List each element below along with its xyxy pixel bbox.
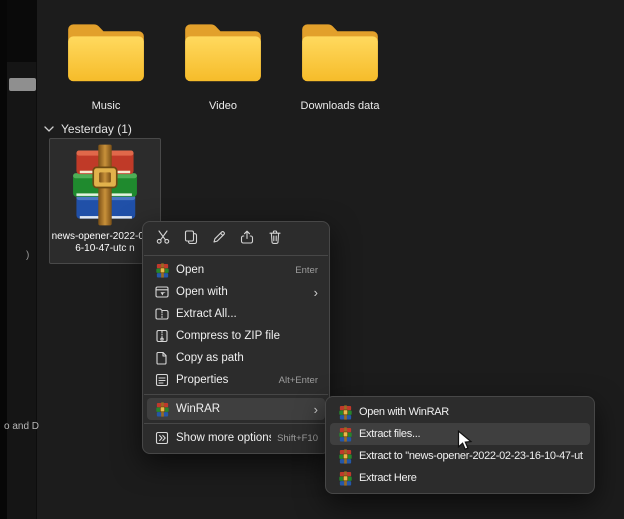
menu-item-extract-here[interactable]: Extract Here	[330, 467, 590, 489]
delete-button[interactable]	[263, 227, 287, 251]
rename-icon	[211, 229, 227, 250]
menu-item-open[interactable]: Open Enter	[147, 259, 325, 281]
menu-separator	[144, 423, 328, 424]
menu-item-label: Extract to "news-opener-2022-02-23-16-10…	[359, 450, 583, 462]
shortcut-label: Enter	[295, 265, 318, 276]
extract-icon	[154, 306, 170, 322]
context-menu-items: Open Enter Open with › Extract All... Compres…	[143, 259, 329, 449]
more-icon	[154, 430, 170, 446]
share-button[interactable]	[235, 227, 259, 251]
copy-icon	[183, 229, 199, 250]
menu-item-compress-to-zip-file[interactable]: Compress to ZIP file	[147, 325, 325, 347]
winrar-submenu: Open with WinRAR Extract files... Extract …	[325, 396, 595, 494]
winrar-icon	[337, 404, 353, 420]
menu-item-label: Open	[176, 264, 289, 276]
menu-item-winrar[interactable]: WinRAR ›	[147, 398, 325, 420]
chevron-down-icon[interactable]	[44, 126, 54, 132]
shortcut-label: Alt+Enter	[279, 375, 318, 386]
folder-tile-downloads-data[interactable]: Downloads data	[284, 14, 396, 112]
menu-item-label: Extract Here	[359, 472, 583, 484]
navigation-pane-edge: ) o and D	[0, 0, 37, 519]
submenu-items: Open with WinRAR Extract files... Extract …	[326, 401, 594, 489]
menu-item-label: Show more options	[176, 432, 271, 444]
cut-button[interactable]	[151, 227, 175, 251]
menu-item-label: Properties	[176, 374, 273, 386]
delete-icon	[267, 229, 283, 250]
folder-label: Video	[167, 100, 279, 112]
quick-actions-row	[143, 226, 329, 252]
cut-icon	[155, 229, 171, 250]
folder-icon	[50, 14, 162, 88]
winrar-icon	[154, 262, 170, 278]
menu-item-extract-files[interactable]: Extract files...	[330, 423, 590, 445]
winrar-icon	[337, 448, 353, 464]
menu-item-open-with-winrar[interactable]: Open with WinRAR	[330, 401, 590, 423]
menu-item-label: Copy as path	[176, 352, 318, 364]
nav-text-fragment: )	[26, 250, 29, 261]
folder-label: Music	[50, 100, 162, 112]
properties-icon	[154, 372, 170, 388]
group-header: Yesterday (1)	[44, 122, 132, 136]
shortcut-label: Shift+F10	[277, 433, 318, 444]
folder-icon	[284, 14, 396, 88]
menu-separator	[144, 255, 328, 256]
menu-item-show-more-options[interactable]: Show more options Shift+F10	[147, 427, 325, 449]
folder-label: Downloads data	[284, 100, 396, 112]
copy-button[interactable]	[179, 227, 203, 251]
submenu-chevron-icon: ›	[314, 286, 318, 299]
group-label: Yesterday (1)	[61, 122, 132, 136]
menu-item-extract-all[interactable]: Extract All...	[147, 303, 325, 325]
winrar-icon	[337, 470, 353, 486]
winrar-icon	[154, 401, 170, 417]
menu-item-label: Open with WinRAR	[359, 406, 583, 418]
file-explorer-window: ) o and D Music Video Downloads data Yeste…	[0, 0, 624, 519]
context-menu: Open Enter Open with › Extract All... Compres…	[142, 221, 330, 454]
menu-item-open-with[interactable]: Open with ›	[147, 281, 325, 303]
menu-item-properties[interactable]: Properties Alt+Enter	[147, 369, 325, 391]
nav-item-fragment[interactable]	[9, 78, 36, 91]
menu-item-label: Open with	[176, 286, 308, 298]
submenu-chevron-icon: ›	[314, 403, 318, 416]
nav-text-fragment: o and D	[4, 421, 39, 432]
window-edge	[0, 0, 7, 519]
menu-separator	[144, 394, 328, 395]
menu-item-label: Extract All...	[176, 308, 318, 320]
menu-item-label: Extract files...	[359, 428, 583, 440]
zip-icon	[154, 328, 170, 344]
copy-path-icon	[154, 350, 170, 366]
folder-tile-music[interactable]: Music	[50, 14, 162, 112]
menu-item-copy-as-path[interactable]: Copy as path	[147, 347, 325, 369]
folder-icon	[167, 14, 279, 88]
open-with-icon	[154, 284, 170, 300]
rename-button[interactable]	[207, 227, 231, 251]
share-icon	[239, 229, 255, 250]
menu-item-label: WinRAR	[176, 403, 308, 415]
folder-tile-video[interactable]: Video	[167, 14, 279, 112]
winrar-archive-icon	[63, 141, 147, 229]
menu-item-extract-to-news-opener-2022-02-23-16-10-[interactable]: Extract to "news-opener-2022-02-23-16-10…	[330, 445, 590, 467]
winrar-icon	[337, 426, 353, 442]
menu-item-label: Compress to ZIP file	[176, 330, 318, 342]
